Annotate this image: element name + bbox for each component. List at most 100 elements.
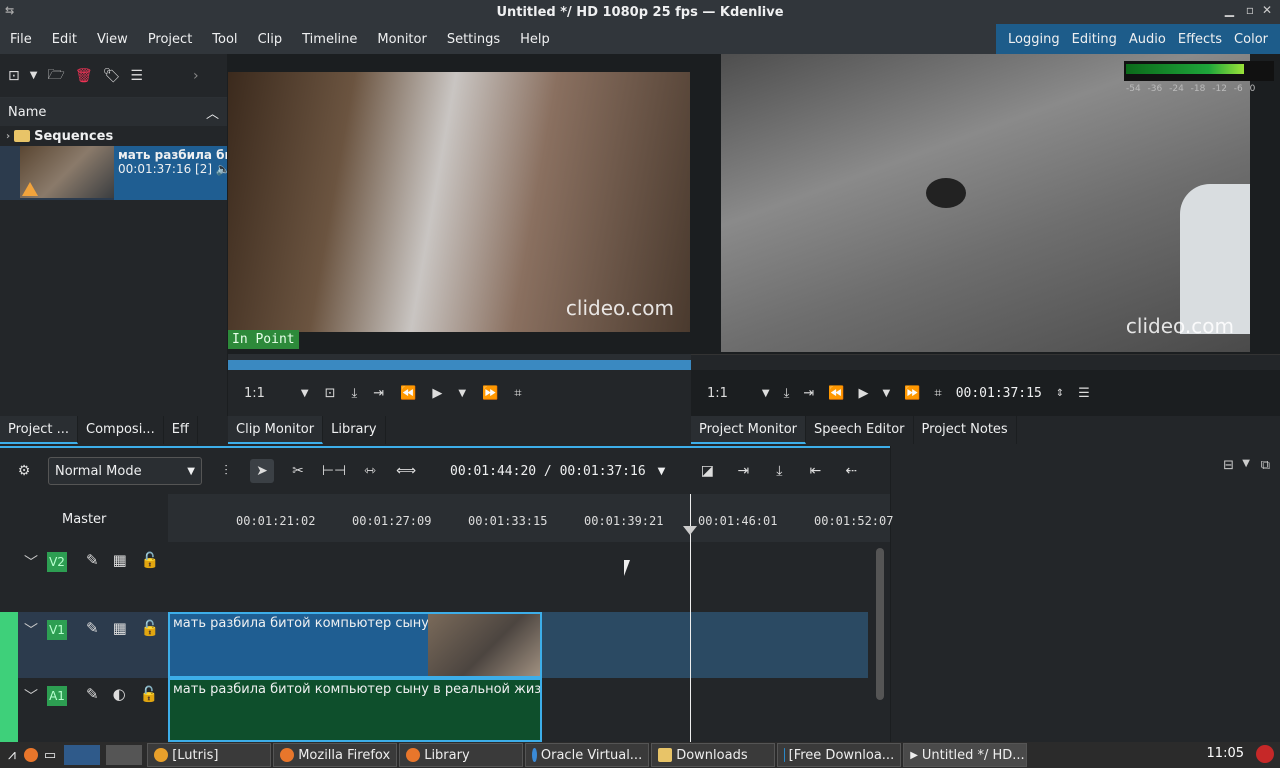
timeline-ruler[interactable]: 00:01:21:02 00:01:27:09 00:01:33:15 00:0… [168, 494, 893, 542]
chevron-down-icon[interactable]: ▼ [1242, 458, 1250, 469]
timeline-position[interactable]: 00:01:44:20 / 00:01:37:16 [450, 464, 646, 479]
task-lutris[interactable]: [Lutris] [147, 743, 272, 767]
layout-logging[interactable]: Logging [1002, 32, 1066, 47]
master-label[interactable]: Master [62, 512, 106, 527]
bin-clip-item[interactable]: мать разбила би 00:01:37:16 [2] 🔈 [0, 146, 227, 200]
chevron-down-icon[interactable]: ▼ [762, 388, 770, 399]
fullscreen-icon[interactable]: ⊡ [325, 386, 336, 401]
tab-compositions[interactable]: Composi... [78, 416, 164, 444]
collapse-icon[interactable]: ﹀ [24, 620, 38, 640]
menu-help[interactable]: Help [510, 32, 560, 47]
project-monitor-video[interactable]: clideo.com [721, 54, 1250, 352]
menu-file[interactable]: File [0, 32, 42, 47]
set-in-icon[interactable]: ⤓ [784, 386, 790, 401]
start-menu-icon[interactable]: ⩘ [0, 747, 24, 763]
delete-icon[interactable]: 🗑 [75, 68, 93, 84]
timeline-scrollbar[interactable] [876, 548, 884, 700]
ripple-tool-icon[interactable]: ⇿ [358, 459, 382, 483]
timeline-playhead[interactable] [683, 494, 697, 742]
forward-icon[interactable]: ⏩ [904, 386, 920, 401]
extract-icon[interactable]: ⇠ [839, 459, 863, 483]
menu-settings[interactable]: Settings [437, 32, 510, 47]
effect-wand-icon[interactable]: ✎ [86, 685, 99, 703]
add-folder-icon[interactable]: 🗁 [47, 64, 64, 88]
track-name[interactable]: A1 [47, 686, 67, 706]
rewind-icon[interactable]: ⏪ [400, 386, 416, 401]
playhead-marker-icon[interactable] [683, 526, 697, 535]
workspace-1[interactable] [64, 745, 101, 765]
spinner-icon[interactable]: ⇕ [1056, 388, 1064, 399]
menu-monitor[interactable]: Monitor [367, 32, 436, 47]
dock-float-icon[interactable]: ⧉ [1261, 458, 1270, 473]
overwrite-icon[interactable]: ⤓ [767, 459, 791, 483]
task-firefox[interactable]: Mozilla Firefox [273, 743, 398, 767]
menu-project[interactable]: Project [138, 32, 202, 47]
zone-icon[interactable]: ◪ [695, 459, 719, 483]
film-icon[interactable]: ▦ [113, 551, 127, 569]
file-manager-icon[interactable]: ▭ [38, 748, 62, 763]
chevron-right-icon[interactable]: › [193, 68, 199, 84]
tab-project-notes[interactable]: Project Notes [914, 416, 1017, 444]
track-name[interactable]: V1 [47, 620, 67, 640]
track-content[interactable]: мать разбила битой компьютер сыну в реал… [168, 612, 868, 678]
select-tool-icon[interactable]: ➤ [250, 459, 274, 483]
menu-clip[interactable]: Clip [248, 32, 293, 47]
tag-icon[interactable]: 🏷 [103, 68, 121, 84]
lock-icon[interactable]: 🔓 [141, 619, 160, 637]
edit-mode-select[interactable]: Normal Mode ▼ [48, 457, 202, 485]
set-out-icon[interactable]: ⇥ [373, 386, 384, 401]
chevron-down-icon[interactable]: ▼ [882, 388, 890, 399]
app-menu-icon[interactable]: ⇆ [5, 4, 19, 18]
project-monitor-ruler[interactable] [691, 354, 1280, 370]
clip-monitor-ruler[interactable] [228, 354, 708, 370]
collapse-icon[interactable]: ﹀ [24, 686, 38, 706]
film-icon[interactable]: ▦ [113, 619, 127, 637]
task-library[interactable]: Library [399, 743, 524, 767]
spacer-tool-icon[interactable]: ⊢⊣ [322, 459, 346, 483]
minimize-icon[interactable]: ▁ [1225, 3, 1234, 17]
speaker-icon[interactable]: ◐ [113, 685, 126, 703]
layout-editing[interactable]: Editing [1066, 32, 1123, 47]
workspace-2[interactable] [106, 745, 143, 765]
menu-timeline[interactable]: Timeline [292, 32, 367, 47]
tab-effects[interactable]: Eff [164, 416, 198, 444]
lift-icon[interactable]: ⇤ [803, 459, 827, 483]
menu-tool[interactable]: Tool [202, 32, 247, 47]
crop-icon[interactable]: ⌗ [934, 386, 941, 401]
task-downloads[interactable]: Downloads [651, 743, 776, 767]
close-icon[interactable]: ✕ [1262, 3, 1272, 17]
tab-library[interactable]: Library [323, 416, 386, 444]
play-icon[interactable]: ▶ [858, 386, 868, 401]
slip-tool-icon[interactable]: ⟺ [394, 459, 418, 483]
razor-tool-icon[interactable]: ✂ [286, 459, 310, 483]
crop-icon[interactable]: ⌗ [514, 386, 521, 401]
rewind-icon[interactable]: ⏪ [828, 386, 844, 401]
add-clip-icon[interactable]: ⊡ [8, 68, 20, 84]
tab-clip-monitor[interactable]: Clip Monitor [228, 416, 324, 444]
forward-icon[interactable]: ⏩ [482, 386, 498, 401]
clip-monitor-video[interactable]: clideo.com [228, 72, 690, 332]
dock-options-icon[interactable]: ⊟ [1223, 458, 1234, 473]
bin-column-header[interactable]: Name ︿ [0, 98, 227, 126]
power-icon[interactable] [1256, 745, 1274, 763]
multitrack-icon[interactable]: ⫶ [214, 459, 238, 483]
chevron-down-icon[interactable]: ▼ [658, 466, 666, 477]
track-content[interactable]: мать разбила битой компьютер сыну в реал… [168, 678, 868, 742]
maximize-icon[interactable]: ▫ [1246, 3, 1254, 17]
chevron-down-icon[interactable]: ▼ [30, 70, 38, 81]
task-free-download[interactable]: [Free Downloa... [777, 743, 902, 767]
layout-color[interactable]: Color [1228, 32, 1274, 47]
task-virtualbox[interactable]: Oracle Virtual... [525, 743, 650, 767]
play-icon[interactable]: ▶ [432, 386, 442, 401]
set-out-icon[interactable]: ⇥ [803, 386, 814, 401]
collapse-icon[interactable]: ﹀ [24, 552, 38, 572]
effect-wand-icon[interactable]: ✎ [86, 619, 99, 637]
lock-icon[interactable]: 🔓 [141, 551, 160, 569]
track-name[interactable]: V2 [47, 552, 67, 572]
menu-icon[interactable]: ☰ [130, 68, 143, 84]
layout-effects[interactable]: Effects [1172, 32, 1228, 47]
tab-project-monitor[interactable]: Project Monitor [691, 416, 807, 444]
firefox-launcher-icon[interactable] [23, 748, 38, 762]
lock-icon[interactable]: 🔓 [140, 685, 159, 703]
menu-edit[interactable]: Edit [42, 32, 87, 47]
